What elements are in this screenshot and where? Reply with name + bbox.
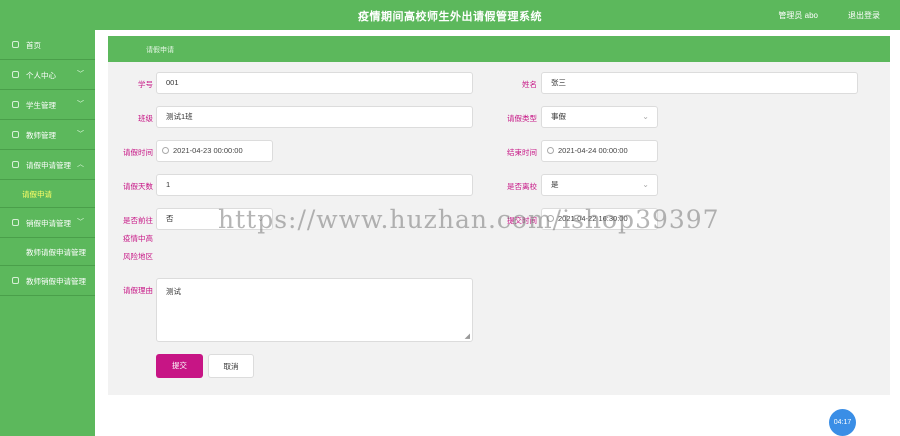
student-no-label: 学号 [138, 80, 153, 89]
class-label: 班级 [138, 114, 153, 123]
apply-time-value: 2021-04-22 16:30:00 [558, 214, 628, 223]
chevron-up-icon: ︿ [77, 161, 84, 168]
home-icon [12, 41, 19, 48]
resize-grip-icon[interactable]: ◢ [465, 332, 470, 340]
sidebar-item-label: 教师管理 [26, 131, 56, 140]
sidebar-item-label: 首页 [26, 41, 41, 50]
reason-value: 测试 [166, 287, 181, 296]
submit-button[interactable]: 提交 [156, 354, 203, 378]
name-field[interactable]: 张三 [541, 72, 858, 94]
chevron-down-icon: ⌄ [642, 112, 649, 121]
chevron-down-icon: ﹀ [77, 131, 84, 138]
start-time-value: 2021-04-23 00:00:00 [173, 146, 243, 155]
days-label: 请假天数 [123, 182, 153, 191]
end-time-picker[interactable]: 2021-04-24 00:00:00 [541, 140, 658, 162]
sidebar-item-label: 教师销假申请管理 [26, 277, 86, 286]
leave-type-select[interactable]: 事假 ⌄ [541, 106, 658, 128]
chevron-down-icon: ﹀ [77, 219, 84, 226]
name-label: 姓名 [522, 80, 537, 89]
sidebar-item-teachers[interactable]: 教师管理 ﹀ [0, 120, 95, 150]
sidebar-item-cancel-leave-management[interactable]: 销假申请管理 ﹀ [0, 208, 95, 238]
sidebar-item-leave-management[interactable]: 请假申请管理 ︿ [0, 150, 95, 180]
sidebar-item-teacher-leave-management[interactable]: 教师请假申请管理 [0, 238, 95, 266]
sidebar: 首页 个人中心 ﹀ 学生管理 ﹀ 教师管理 ﹀ 请假申请管理 ︿ 请假申请 销假… [0, 30, 95, 436]
user-icon [12, 71, 19, 78]
leave-type-label: 请假类型 [507, 114, 537, 123]
reason-label: 请假理由 [123, 286, 153, 295]
end-time-label: 结束时间 [507, 148, 537, 157]
top-bar: 疫情期间高校师生外出请假管理系统 管理员 abo 退出登录 [0, 0, 900, 30]
current-user[interactable]: 管理员 abo [778, 10, 818, 21]
risk-area-label-2: 疫情中高 [123, 234, 153, 243]
cancel-leave-icon [12, 219, 19, 226]
clock-icon [547, 215, 554, 222]
clock-badge[interactable]: 04:17 [829, 409, 856, 436]
chevron-down-icon: ⌄ [642, 180, 649, 189]
sidebar-item-label: 销假申请管理 [26, 219, 71, 228]
teacher-cancel-leave-icon [12, 277, 19, 284]
teachers-icon [12, 131, 19, 138]
sidebar-item-label: 教师请假申请管理 [26, 248, 86, 257]
leave-school-value: 是 [551, 180, 559, 189]
end-time-value: 2021-04-24 00:00:00 [558, 146, 628, 155]
breadcrumb-label: 请假申请 [146, 47, 174, 54]
sidebar-item-label: 请假申请管理 [26, 161, 71, 170]
risk-area-value: 否 [166, 214, 174, 223]
risk-area-label-3: 风险地区 [123, 252, 153, 261]
student-no-field[interactable]: 001 [156, 72, 473, 94]
clock-icon [547, 147, 554, 154]
risk-area-select[interactable]: 否 ⌄ [156, 208, 273, 230]
chevron-down-icon: ﹀ [77, 71, 84, 78]
leave-form: 学号 001 姓名 张三 班级 测试1班 请假类型 事假 ⌄ 请假时间 2021… [108, 62, 890, 395]
leave-school-label: 是否离校 [507, 182, 537, 191]
clock-icon [162, 147, 169, 154]
leave-school-select[interactable]: 是 ⌄ [541, 174, 658, 196]
apply-time-picker[interactable]: 2021-04-22 16:30:00 [541, 208, 658, 230]
reason-textarea[interactable]: 测试 ◢ [156, 278, 473, 342]
sidebar-item-home[interactable]: 首页 [0, 30, 95, 60]
sidebar-item-teacher-cancel-leave-management[interactable]: 教师销假申请管理 [0, 266, 95, 296]
students-icon [12, 101, 19, 108]
app-title: 疫情期间高校师生外出请假管理系统 [358, 11, 542, 23]
breadcrumb: 请假申请 [108, 36, 890, 62]
chevron-down-icon: ﹀ [77, 101, 84, 108]
sidebar-item-profile[interactable]: 个人中心 ﹀ [0, 60, 95, 90]
sidebar-item-label: 请假申请 [22, 190, 52, 199]
days-field[interactable]: 1 [156, 174, 473, 196]
sidebar-item-label: 个人中心 [26, 71, 56, 80]
sidebar-item-label: 学生管理 [26, 101, 56, 110]
sidebar-item-leave-apply[interactable]: 请假申请 [0, 180, 95, 208]
apply-time-label: 提交时间 [507, 216, 537, 225]
start-time-picker[interactable]: 2021-04-23 00:00:00 [156, 140, 273, 162]
leave-icon [12, 161, 19, 168]
start-time-label: 请假时间 [123, 148, 153, 157]
class-field[interactable]: 测试1班 [156, 106, 473, 128]
logout-link[interactable]: 退出登录 [848, 10, 880, 21]
sidebar-item-students[interactable]: 学生管理 ﹀ [0, 90, 95, 120]
main-content: 请假申请 学号 001 姓名 张三 班级 测试1班 请假类型 事假 ⌄ 请假时间… [95, 30, 900, 436]
cancel-button[interactable]: 取消 [208, 354, 254, 378]
leave-type-value: 事假 [551, 112, 566, 121]
risk-area-label-1: 是否前往 [123, 216, 153, 225]
chevron-down-icon: ⌄ [257, 214, 264, 223]
